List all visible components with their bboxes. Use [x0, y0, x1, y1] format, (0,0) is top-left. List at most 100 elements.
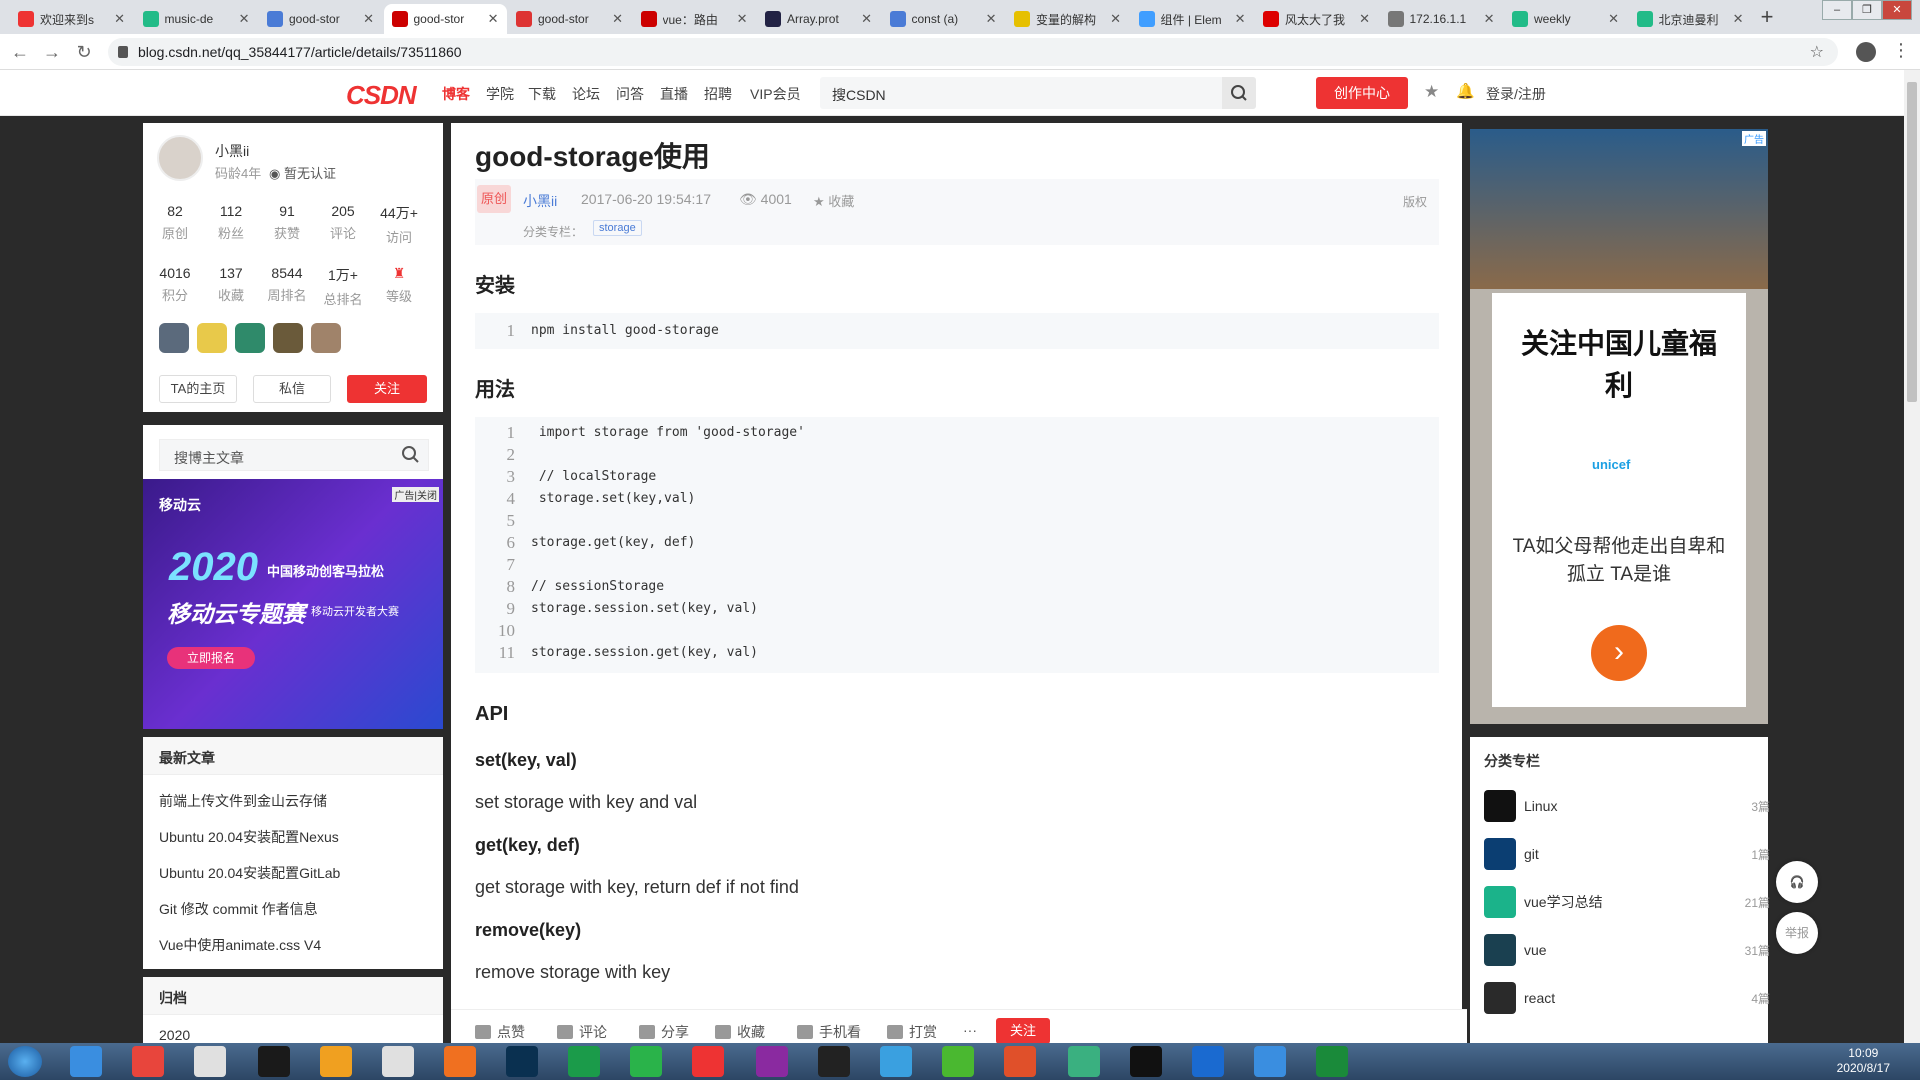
start-button[interactable] — [8, 1046, 42, 1077]
star-icon[interactable]: ★ — [1424, 82, 1439, 102]
arrow-right-icon[interactable]: › — [1591, 625, 1647, 681]
search-icon[interactable] — [400, 444, 422, 469]
login-link[interactable]: 登录/注册 — [1486, 84, 1546, 104]
left-ad-banner[interactable]: 移动云 广告|关闭 2020 中国移动创客马拉松 移动云专题赛 移动云开发者大赛… — [143, 479, 443, 729]
browser-tab[interactable]: 变量的解构 ✕ — [1006, 4, 1129, 34]
badge-icon[interactable] — [273, 323, 303, 353]
taskbar-app-icon[interactable] — [1130, 1046, 1162, 1077]
profile-stat[interactable]: 91 获赞 — [259, 203, 315, 242]
taskbar-app-icon[interactable] — [70, 1046, 102, 1077]
taskbar-app-icon[interactable] — [880, 1046, 912, 1077]
report-button[interactable]: 举报 — [1776, 912, 1818, 954]
taskbar-app-icon[interactable] — [942, 1046, 974, 1077]
like-button[interactable]: 点赞 — [475, 1022, 525, 1042]
badge-icon[interactable] — [235, 323, 265, 353]
recent-article-link[interactable]: 前端上传文件到金山云存储 — [159, 791, 327, 811]
create-center-button[interactable]: 创作中心 — [1316, 77, 1408, 109]
share-button[interactable]: 分享 — [639, 1022, 689, 1042]
recent-article-link[interactable]: Git 修改 commit 作者信息 — [159, 899, 318, 919]
tab-close-icon[interactable]: ✕ — [986, 11, 997, 27]
tab-close-icon[interactable]: ✕ — [239, 11, 250, 27]
comment-button[interactable]: 评论 — [557, 1022, 607, 1042]
profile-stat[interactable]: 137 收藏 — [203, 265, 259, 304]
nav-item[interactable]: 论坛 — [572, 84, 600, 104]
reload-icon[interactable]: ↻ — [72, 40, 96, 64]
column-item[interactable]: Linux 3篇 — [1484, 789, 1770, 823]
nav-item[interactable]: 下载 — [528, 84, 556, 104]
copyright-link[interactable]: 版权 — [1403, 193, 1427, 210]
tab-close-icon[interactable]: ✕ — [1484, 11, 1495, 27]
headset-icon[interactable]: 🎧 — [1776, 861, 1818, 903]
taskbar-app-icon[interactable] — [756, 1046, 788, 1077]
nav-item[interactable]: VIP会员 — [750, 84, 801, 104]
right-ad-banner[interactable]: 广告 关注中国儿童福利 unicef TA如父母帮他走出自卑和孤立 TA是谁 › — [1470, 129, 1768, 724]
taskbar-app-icon[interactable] — [692, 1046, 724, 1077]
reward-button[interactable]: 打赏 — [887, 1022, 937, 1042]
column-item[interactable]: git 1篇 — [1484, 837, 1770, 871]
column-item[interactable]: vue学习总结 21篇 — [1484, 885, 1770, 919]
browser-tab[interactable]: good-stor ✕ — [259, 4, 382, 34]
profile-stat[interactable]: ♜ 等级 — [371, 265, 427, 305]
nav-item[interactable]: 学院 — [486, 84, 514, 104]
recent-article-link[interactable]: Ubuntu 20.04安装配置Nexus — [159, 827, 339, 847]
taskbar-app-icon[interactable] — [258, 1046, 290, 1077]
bookmark-star-icon[interactable]: ☆ — [1810, 42, 1824, 62]
taskbar-app-icon[interactable] — [506, 1046, 538, 1077]
badge-icon[interactable] — [197, 323, 227, 353]
column-item[interactable]: react 4篇 — [1484, 981, 1770, 1015]
profile-stat[interactable]: 205 评论 — [315, 203, 371, 242]
browser-tab[interactable]: Array.prot ✕ — [757, 4, 880, 34]
taskbar-app-icon[interactable] — [1068, 1046, 1100, 1077]
tab-close-icon[interactable]: ✕ — [1235, 11, 1246, 27]
tab-close-icon[interactable]: ✕ — [1608, 11, 1619, 27]
profile-icon[interactable] — [1856, 42, 1876, 62]
profile-stat[interactable]: 8544 周排名 — [259, 265, 315, 304]
nav-item[interactable]: 招聘 — [704, 84, 732, 104]
archive-year[interactable]: 2020 — [159, 1027, 190, 1043]
profile-stat[interactable]: 112 粉丝 — [203, 203, 259, 242]
avatar[interactable] — [157, 135, 203, 181]
close-window-button[interactable]: ✕ — [1882, 0, 1912, 20]
recent-article-link[interactable]: Vue中使用animate.css V4 — [159, 935, 321, 955]
browser-tab[interactable]: vue：路由 ✕ — [633, 4, 756, 34]
browser-tab[interactable]: 组件 | Elem ✕ — [1131, 4, 1254, 34]
bottom-follow-button[interactable]: 关注 — [996, 1018, 1050, 1043]
home-page-button[interactable]: TA的主页 — [159, 375, 237, 403]
category-tag[interactable]: storage — [593, 220, 642, 236]
badge-icon[interactable] — [159, 323, 189, 353]
browser-tab[interactable]: 风太大了我 ✕ — [1255, 4, 1378, 34]
taskbar-app-icon[interactable] — [320, 1046, 352, 1077]
taskbar-app-icon[interactable] — [1254, 1046, 1286, 1077]
csdn-search-input[interactable]: 搜CSDN — [820, 77, 1256, 109]
column-item[interactable]: vue 31篇 — [1484, 933, 1770, 967]
tab-close-icon[interactable]: ✕ — [363, 11, 374, 27]
browser-tab[interactable]: weekly ✕ — [1504, 4, 1627, 34]
nav-item[interactable]: 直播 — [660, 84, 688, 104]
profile-stat[interactable]: 1万+ 总排名 — [315, 265, 371, 308]
csdn-logo[interactable]: CSDN — [346, 80, 417, 111]
taskbar-app-icon[interactable] — [194, 1046, 226, 1077]
tab-close-icon[interactable]: ✕ — [488, 11, 499, 27]
taskbar-app-icon[interactable] — [818, 1046, 850, 1077]
more-button[interactable]: ··· — [963, 1022, 977, 1038]
tab-close-icon[interactable]: ✕ — [612, 11, 623, 27]
profile-name[interactable]: 小黑ii — [215, 141, 249, 161]
url-bar[interactable]: blog.csdn.net/qq_35844177/article/detail… — [108, 38, 1838, 66]
taskbar-app-icon[interactable] — [382, 1046, 414, 1077]
search-icon[interactable] — [1222, 77, 1256, 109]
message-button[interactable]: 私信 — [253, 375, 331, 403]
forward-icon[interactable]: → — [40, 40, 64, 64]
new-tab-button[interactable]: + — [1752, 4, 1782, 32]
article-author[interactable]: 小黑ii — [523, 191, 557, 211]
tab-close-icon[interactable]: ✕ — [1733, 11, 1744, 27]
taskbar-app-icon[interactable] — [1316, 1046, 1348, 1077]
collect-button[interactable]: 收藏 — [715, 1022, 765, 1042]
recent-article-link[interactable]: Ubuntu 20.04安装配置GitLab — [159, 863, 340, 883]
ad-tag[interactable]: 广告 — [1742, 131, 1766, 146]
browser-tab[interactable]: good-stor ✕ — [383, 4, 507, 34]
browser-tab[interactable]: const (a) ✕ — [882, 4, 1005, 34]
ad-close-link[interactable]: 广告|关闭 — [392, 487, 439, 502]
tab-close-icon[interactable]: ✕ — [1110, 11, 1121, 27]
profile-stat[interactable]: 44万+ 访问 — [371, 203, 427, 246]
article-fav[interactable]: ★ 收藏 — [813, 191, 854, 210]
